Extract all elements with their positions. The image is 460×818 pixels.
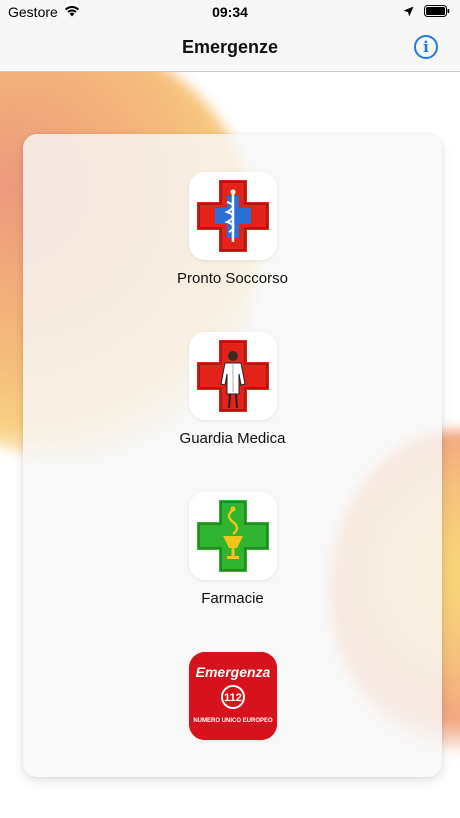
status-bar: Gestore 09:34: [0, 0, 460, 24]
item-label: Pronto Soccorso: [177, 270, 288, 287]
list-item-guardia-medica[interactable]: Guardia Medica: [23, 332, 442, 447]
emergency-logo-title: Emergenza: [195, 664, 270, 680]
page-title: Emergenze: [181, 37, 279, 57]
green-cross-pharmacy-icon[interactable]: [188, 492, 277, 580]
item-label: Farmacie: [201, 590, 264, 607]
battery-icon: [424, 4, 450, 20]
info-icon: i: [423, 38, 429, 56]
clock: 09:34: [212, 4, 248, 20]
item-label: Guardia Medica: [179, 430, 286, 447]
list-item-farmacie[interactable]: Farmacie: [23, 492, 442, 607]
emergency-logo-subtitle: NUMERO UNICO EUROPEO: [193, 718, 273, 724]
emergency-options-card: Pronto Soccorso Guardia Medica Farmacie …: [23, 134, 442, 777]
list-item-emergenza-112[interactable]: Emergenza 112 NUMERO UNICO EUROPEO: [23, 652, 442, 740]
list-item-pronto-soccorso[interactable]: Pronto Soccorso: [23, 172, 442, 287]
info-button[interactable]: i: [414, 35, 438, 59]
red-cross-doctor-icon[interactable]: [188, 332, 277, 420]
location-arrow-icon: [403, 4, 414, 20]
red-cross-caduceus-icon[interactable]: [188, 172, 277, 260]
emergency-112-logo[interactable]: Emergenza 112 NUMERO UNICO EUROPEO: [188, 652, 277, 740]
emergency-logo-number: 112: [224, 692, 242, 704]
navigation-bar: Emergenze i: [0, 24, 460, 72]
